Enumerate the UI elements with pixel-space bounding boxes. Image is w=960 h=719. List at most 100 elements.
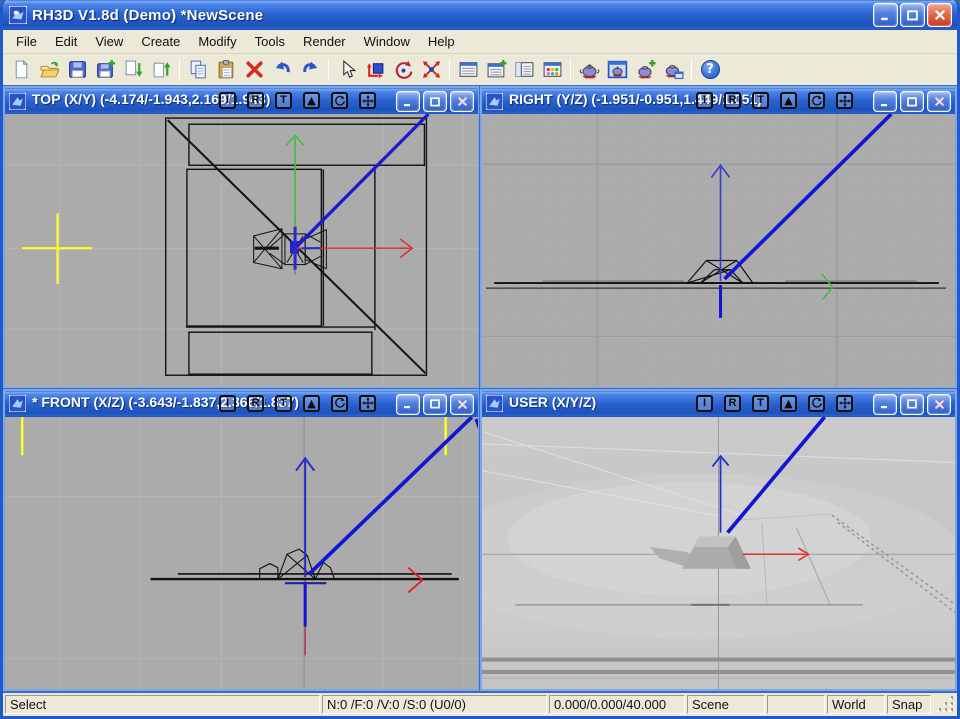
viewport-top: TOP (X/Y) (-4.174/-1.943,2.169/1.943) I …: [3, 86, 480, 389]
menu-file[interactable]: File: [7, 31, 46, 52]
status-scene[interactable]: Scene: [687, 695, 765, 714]
rotate-tool-button[interactable]: [389, 56, 417, 83]
status-extra: [767, 695, 825, 714]
vp-button-r[interactable]: R: [247, 92, 264, 109]
help-button[interactable]: ?: [696, 56, 724, 83]
vp-button-rotate-icon[interactable]: [331, 395, 348, 412]
render-view-button[interactable]: [603, 56, 631, 83]
new-scene-button[interactable]: [7, 56, 35, 83]
status-coordinates: 0.000/0.000/40.000: [549, 695, 685, 714]
vp-minimize-button[interactable]: [396, 91, 420, 112]
vp-button-rotate-icon[interactable]: [331, 92, 348, 109]
redo-button[interactable]: [296, 56, 324, 83]
viewport-icon: [9, 395, 26, 412]
viewport-right-titlebar[interactable]: RIGHT (Y/Z) (-1.951/-0.951,1.449/1.051) …: [482, 88, 955, 114]
menu-edit[interactable]: Edit: [46, 31, 86, 52]
paste-button[interactable]: [212, 56, 240, 83]
vp-minimize-button[interactable]: [873, 394, 897, 415]
vp-button-i[interactable]: I: [219, 395, 236, 412]
vp-maximize-button[interactable]: [900, 91, 924, 112]
viewport-right: RIGHT (Y/Z) (-1.951/-0.951,1.449/1.051) …: [480, 86, 957, 389]
vp-button-r[interactable]: R: [724, 395, 741, 412]
vp-button-t[interactable]: T: [275, 92, 292, 109]
render-scene-button[interactable]: [575, 56, 603, 83]
title-bar[interactable]: RH3D V1.8d (Demo) *NewScene: [3, 0, 957, 30]
status-snap[interactable]: Snap: [887, 695, 931, 714]
maximize-button[interactable]: [900, 3, 925, 27]
viewport-top-titlebar[interactable]: TOP (X/Y) (-4.174/-1.943,2.169/1.943) I …: [5, 88, 478, 114]
object-list-button[interactable]: [454, 56, 482, 83]
resize-grip[interactable]: [933, 695, 955, 714]
move-tool-button[interactable]: [361, 56, 389, 83]
vp-button-i[interactable]: I: [219, 92, 236, 109]
viewport-right-canvas[interactable]: [482, 114, 955, 387]
viewport-user-canvas[interactable]: [482, 417, 955, 690]
open-scene-button[interactable]: [35, 56, 63, 83]
scale-tool-button[interactable]: [417, 56, 445, 83]
toolbar: ?: [3, 54, 957, 86]
menu-render[interactable]: Render: [294, 31, 355, 52]
viewport-user-titlebar[interactable]: USER (X/Y/Z) I R T ▲: [482, 391, 955, 417]
vp-button-triangle[interactable]: ▲: [780, 92, 797, 109]
export-file-button[interactable]: [147, 56, 175, 83]
vp-button-r[interactable]: R: [247, 395, 264, 412]
toolbar-separator: [179, 59, 180, 81]
render-add-button[interactable]: [631, 56, 659, 83]
vp-button-pan-icon[interactable]: [359, 92, 376, 109]
status-world[interactable]: World: [827, 695, 885, 714]
viewport-front: * FRONT (X/Z) (-3.643/-1.837,2.366/1.837…: [3, 389, 480, 692]
menu-help[interactable]: Help: [419, 31, 464, 52]
status-mode: Select: [5, 695, 320, 714]
menu-create[interactable]: Create: [132, 31, 189, 52]
vp-button-i[interactable]: I: [696, 92, 713, 109]
vp-button-t[interactable]: T: [752, 395, 769, 412]
menu-window[interactable]: Window: [355, 31, 419, 52]
app-icon: [9, 6, 27, 24]
import-file-button[interactable]: [119, 56, 147, 83]
delete-button[interactable]: [240, 56, 268, 83]
object-add-button[interactable]: [482, 56, 510, 83]
vp-close-button[interactable]: [450, 394, 474, 415]
vp-button-pan-icon[interactable]: [836, 92, 853, 109]
close-button[interactable]: [927, 3, 952, 27]
minimize-button[interactable]: [873, 3, 898, 27]
save-scene-as-button[interactable]: [91, 56, 119, 83]
menu-tools[interactable]: Tools: [246, 31, 294, 52]
vp-minimize-button[interactable]: [873, 91, 897, 112]
copy-button[interactable]: [184, 56, 212, 83]
menu-view[interactable]: View: [86, 31, 132, 52]
vp-button-i[interactable]: I: [696, 395, 713, 412]
viewport-front-canvas[interactable]: [5, 417, 478, 690]
vp-close-button[interactable]: [927, 91, 951, 112]
vp-button-t[interactable]: T: [752, 92, 769, 109]
vp-close-button[interactable]: [450, 91, 474, 112]
material-editor-button[interactable]: [538, 56, 566, 83]
vp-maximize-button[interactable]: [423, 91, 447, 112]
viewport-top-canvas[interactable]: [5, 114, 478, 387]
viewport-front-titlebar[interactable]: * FRONT (X/Z) (-3.643/-1.837,2.366/1.837…: [5, 391, 478, 417]
mdi-area: TOP (X/Y) (-4.174/-1.943,2.169/1.943) I …: [3, 86, 957, 693]
toolbar-separator: [328, 59, 329, 81]
vp-button-r[interactable]: R: [724, 92, 741, 109]
vp-close-button[interactable]: [927, 394, 951, 415]
vp-button-pan-icon[interactable]: [836, 395, 853, 412]
render-settings-button[interactable]: [659, 56, 687, 83]
vp-button-triangle[interactable]: ▲: [303, 395, 320, 412]
vp-button-pan-icon[interactable]: [359, 395, 376, 412]
select-tool-button[interactable]: [333, 56, 361, 83]
vp-maximize-button[interactable]: [900, 394, 924, 415]
save-scene-button[interactable]: [63, 56, 91, 83]
vp-button-rotate-icon[interactable]: [808, 92, 825, 109]
status-counts: N:0 /F:0 /V:0 /S:0 (U0/0): [322, 695, 547, 714]
menu-modify[interactable]: Modify: [189, 31, 245, 52]
toolbar-separator: [570, 59, 571, 81]
vp-maximize-button[interactable]: [423, 394, 447, 415]
vp-minimize-button[interactable]: [396, 394, 420, 415]
object-properties-button[interactable]: [510, 56, 538, 83]
vp-button-triangle[interactable]: ▲: [780, 395, 797, 412]
vp-button-t[interactable]: T: [275, 395, 292, 412]
vp-button-rotate-icon[interactable]: [808, 395, 825, 412]
vp-button-triangle[interactable]: ▲: [303, 92, 320, 109]
menu-bar: File Edit View Create Modify Tools Rende…: [3, 30, 957, 54]
undo-button[interactable]: [268, 56, 296, 83]
